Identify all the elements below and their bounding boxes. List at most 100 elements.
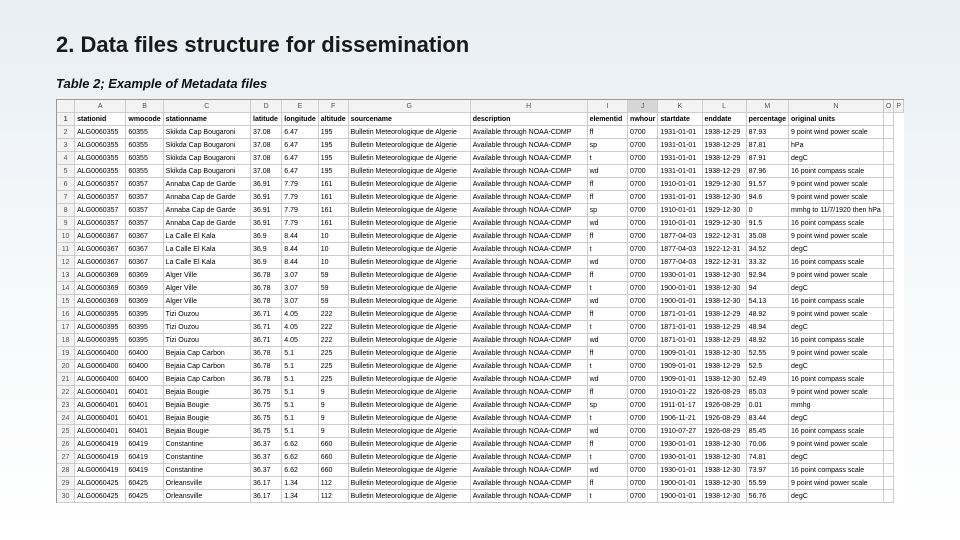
cell[interactable]: Available through NOAA-CDMP: [470, 451, 587, 464]
cell[interactable]: 0700: [628, 386, 658, 399]
cell[interactable]: 1906-11-21: [658, 412, 702, 425]
cell[interactable]: ALG0060369: [75, 295, 126, 308]
cell[interactable]: Available through NOAA-CDMP: [470, 295, 587, 308]
cell[interactable]: wd: [587, 425, 627, 438]
cell[interactable]: 85.03: [746, 386, 788, 399]
cell[interactable]: ALG0060400: [75, 347, 126, 360]
cell[interactable]: Available through NOAA-CDMP: [470, 477, 587, 490]
cell[interactable]: ff: [587, 477, 627, 490]
cell[interactable]: 60419: [126, 464, 163, 477]
cell[interactable]: wd: [587, 464, 627, 477]
cell[interactable]: 37.08: [251, 126, 282, 139]
cell[interactable]: 60355: [126, 165, 163, 178]
cell[interactable]: 195: [318, 126, 348, 139]
cell[interactable]: 5.1: [282, 386, 319, 399]
col-H[interactable]: H: [470, 100, 587, 113]
cell[interactable]: Available through NOAA-CDMP: [470, 464, 587, 477]
cell[interactable]: Available through NOAA-CDMP: [470, 334, 587, 347]
cell[interactable]: 1930-01-01: [658, 438, 702, 451]
cell[interactable]: Bejaia Bougie: [163, 425, 250, 438]
cell[interactable]: Bejaia Cap Carbon: [163, 360, 250, 373]
cell[interactable]: 1922-12-31: [702, 256, 746, 269]
cell[interactable]: 36.78: [251, 347, 282, 360]
cell[interactable]: ALG0060419: [75, 464, 126, 477]
cell[interactable]: [883, 217, 894, 230]
cell[interactable]: 36.71: [251, 321, 282, 334]
cell[interactable]: Orleansville: [163, 477, 250, 490]
header-cell[interactable]: percentage: [746, 113, 788, 126]
cell[interactable]: [883, 126, 894, 139]
cell[interactable]: [883, 152, 894, 165]
cell[interactable]: 60395: [126, 334, 163, 347]
row-num[interactable]: 28: [57, 464, 75, 477]
cell[interactable]: 1938-12-30: [702, 282, 746, 295]
col-B[interactable]: B: [126, 100, 163, 113]
cell[interactable]: 36.78: [251, 295, 282, 308]
header-cell[interactable]: startdate: [658, 113, 702, 126]
cell[interactable]: 74.81: [746, 451, 788, 464]
cell[interactable]: 33.32: [746, 256, 788, 269]
cell[interactable]: 1938-12-29: [702, 152, 746, 165]
cell[interactable]: 0700: [628, 295, 658, 308]
cell[interactable]: 1931-01-01: [658, 191, 702, 204]
cell[interactable]: 36.71: [251, 308, 282, 321]
cell[interactable]: 1938-12-30: [702, 490, 746, 503]
cell[interactable]: 60367: [126, 230, 163, 243]
cell[interactable]: Bulletin Meteorologique de Algerie: [348, 490, 470, 503]
cell[interactable]: 0700: [628, 347, 658, 360]
cell[interactable]: sp: [587, 139, 627, 152]
cell[interactable]: 16 point compass scale: [789, 217, 884, 230]
row-num[interactable]: 2: [57, 126, 75, 139]
cell[interactable]: ALG0060357: [75, 191, 126, 204]
cell[interactable]: 7.79: [282, 217, 319, 230]
cell[interactable]: t: [587, 152, 627, 165]
cell[interactable]: 6.62: [282, 464, 319, 477]
cell[interactable]: 9 point wind power scale: [789, 269, 884, 282]
cell[interactable]: 0700: [628, 269, 658, 282]
cell[interactable]: 36.91: [251, 191, 282, 204]
cell[interactable]: 0700: [628, 243, 658, 256]
cell[interactable]: 0700: [628, 373, 658, 386]
cell[interactable]: 83.44: [746, 412, 788, 425]
cell[interactable]: 9 point wind power scale: [789, 191, 884, 204]
row-num[interactable]: 29: [57, 477, 75, 490]
corner-cell[interactable]: [57, 100, 75, 113]
row-num[interactable]: 14: [57, 282, 75, 295]
cell[interactable]: Bulletin Meteorologique de Algerie: [348, 373, 470, 386]
cell[interactable]: Available through NOAA-CDMP: [470, 412, 587, 425]
cell[interactable]: 60357: [126, 217, 163, 230]
cell[interactable]: 1926-08-29: [702, 412, 746, 425]
cell[interactable]: 3.07: [282, 269, 319, 282]
cell[interactable]: 1938-12-30: [702, 477, 746, 490]
cell[interactable]: Bulletin Meteorologique de Algerie: [348, 412, 470, 425]
cell[interactable]: t: [587, 282, 627, 295]
cell[interactable]: 87.91: [746, 152, 788, 165]
col-M[interactable]: M: [746, 100, 788, 113]
cell[interactable]: 60369: [126, 269, 163, 282]
cell[interactable]: ALG0060357: [75, 178, 126, 191]
cell[interactable]: 161: [318, 191, 348, 204]
row-num[interactable]: 26: [57, 438, 75, 451]
cell[interactable]: ALG0060425: [75, 477, 126, 490]
cell[interactable]: 0700: [628, 399, 658, 412]
row-num[interactable]: 25: [57, 425, 75, 438]
cell[interactable]: Bulletin Meteorologique de Algerie: [348, 139, 470, 152]
cell[interactable]: 1910-01-01: [658, 204, 702, 217]
cell[interactable]: 0700: [628, 165, 658, 178]
cell[interactable]: Available through NOAA-CDMP: [470, 399, 587, 412]
cell[interactable]: hPa: [789, 139, 884, 152]
cell[interactable]: 1.34: [282, 490, 319, 503]
cell[interactable]: t: [587, 243, 627, 256]
cell[interactable]: 0700: [628, 204, 658, 217]
cell[interactable]: 1938-12-30: [702, 269, 746, 282]
cell[interactable]: 1877-04-03: [658, 256, 702, 269]
header-cell[interactable]: altitude: [318, 113, 348, 126]
cell[interactable]: 60395: [126, 308, 163, 321]
cell[interactable]: 60400: [126, 360, 163, 373]
cell[interactable]: ff: [587, 386, 627, 399]
cell[interactable]: Bulletin Meteorologique de Algerie: [348, 165, 470, 178]
cell[interactable]: 0700: [628, 256, 658, 269]
cell[interactable]: degC: [789, 321, 884, 334]
cell[interactable]: Bulletin Meteorologique de Algerie: [348, 295, 470, 308]
cell[interactable]: 5.1: [282, 425, 319, 438]
